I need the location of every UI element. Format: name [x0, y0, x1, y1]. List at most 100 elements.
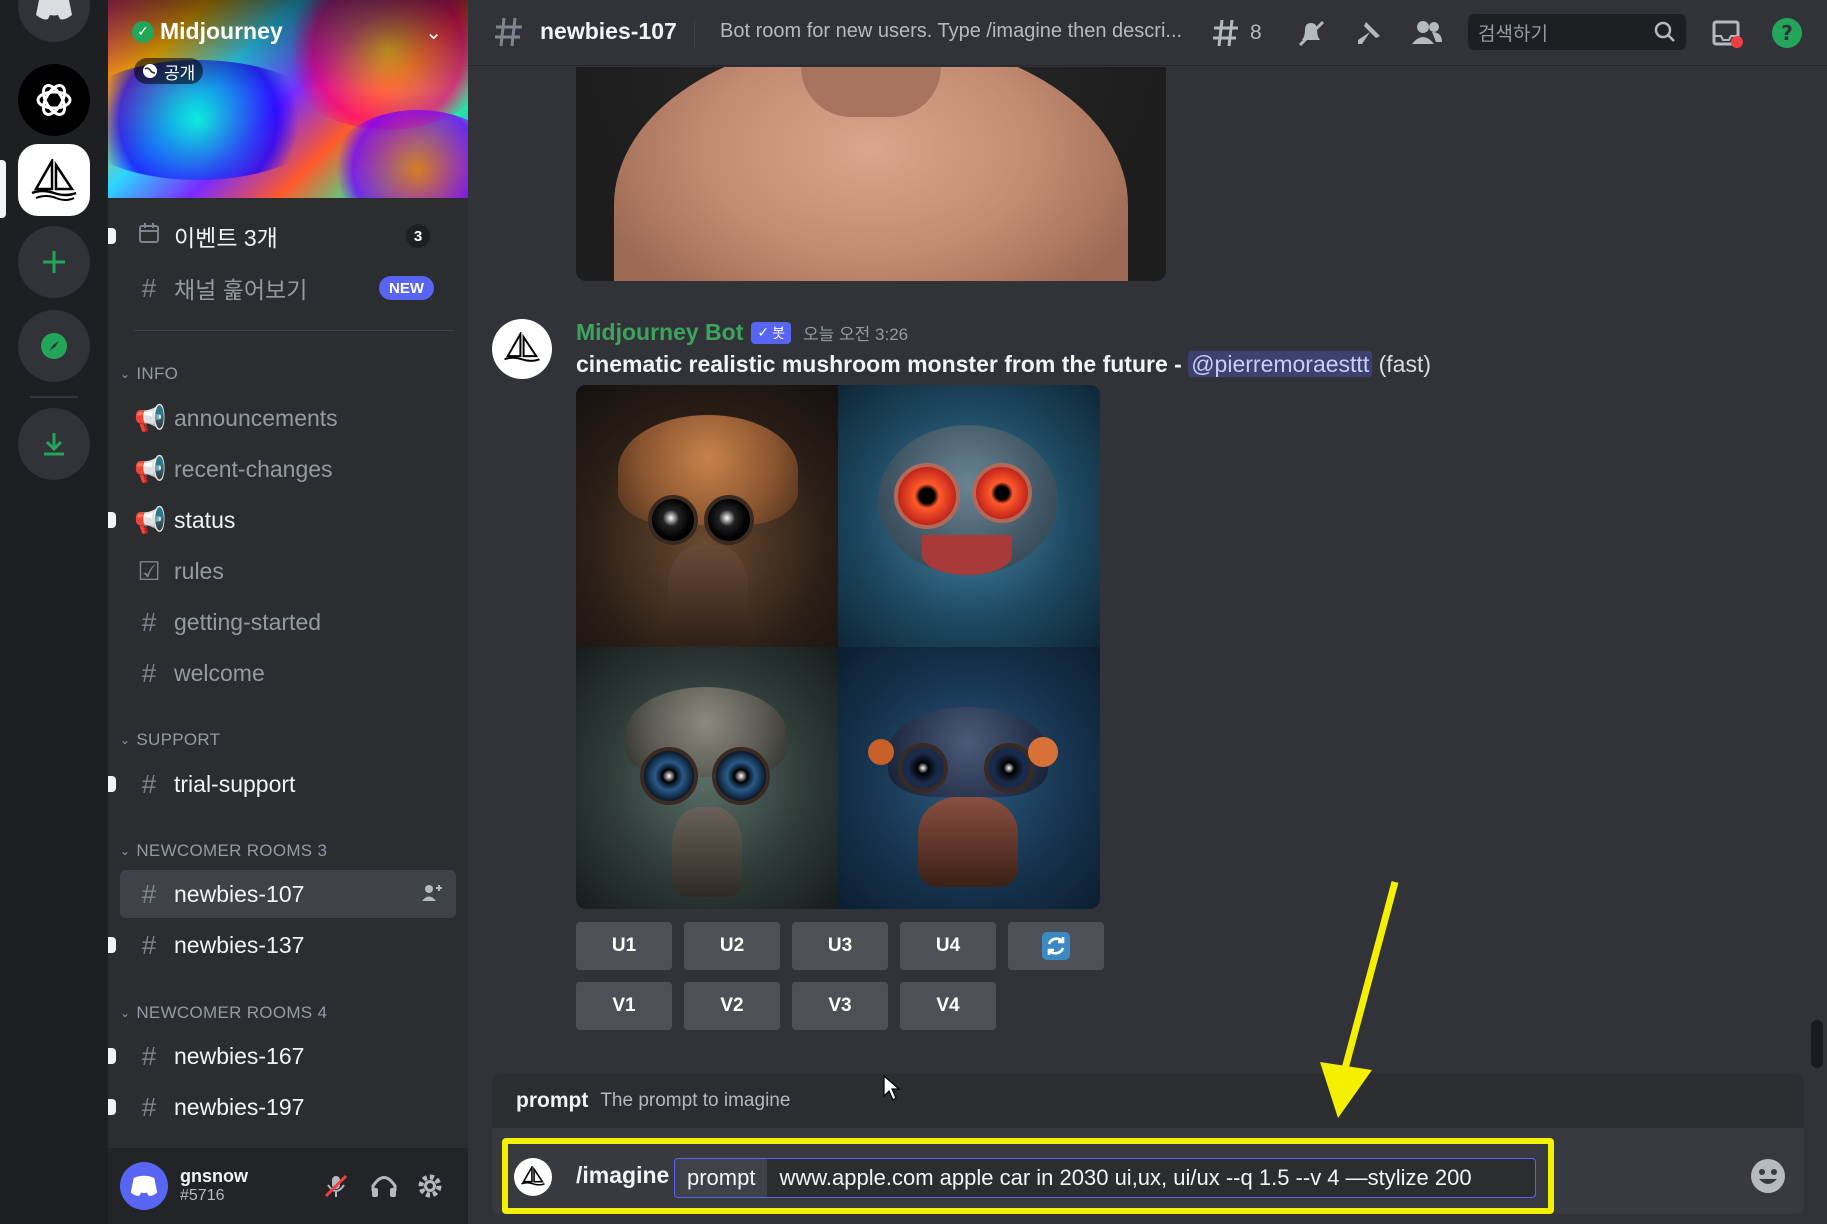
threads-button[interactable]: 8 [1212, 14, 1282, 52]
threaded-hash-icon: # [141, 878, 157, 909]
server-banner[interactable]: ✓ Midjourney ⌄ 공개 [108, 0, 468, 198]
upscale-3-button[interactable]: U3 [792, 922, 888, 970]
compass-icon [41, 333, 67, 359]
user-mention[interactable]: @pierremoraesttt [1188, 351, 1373, 377]
verified-icon: ✓ [132, 20, 154, 43]
generated-image-3 [576, 647, 838, 909]
chevron-down-icon[interactable]: ⌄ [425, 20, 442, 45]
previous-image-attachment[interactable] [576, 67, 1166, 281]
plus-icon [43, 251, 65, 273]
help-icon: ? [1772, 18, 1802, 48]
reroll-button[interactable] [1008, 922, 1104, 970]
channel-newbies-167[interactable]: # newbies-167 [108, 1032, 456, 1080]
channel-header: newbies-107 Bot room for new users. Type… [468, 0, 1827, 66]
hint-option-description: The prompt to imagine [600, 1090, 791, 1111]
pinned-messages-button[interactable] [1350, 14, 1388, 52]
highlight-annotation-box [502, 1138, 1554, 1214]
channel-topic[interactable]: Bot room for new users. Type /imagine th… [720, 20, 1200, 43]
deafen-button[interactable] [368, 1170, 400, 1202]
channel-getting-started[interactable]: # getting-started [120, 598, 456, 646]
channel-newbies-107[interactable]: # newbies-107 [120, 870, 456, 918]
rail-divider [30, 396, 78, 398]
variation-3-button[interactable]: V3 [792, 982, 888, 1030]
channel-newbies-197[interactable]: # newbies-197 [108, 1083, 456, 1131]
add-server-button[interactable] [18, 226, 90, 298]
threads-icon [1213, 19, 1238, 47]
mute-microphone-button[interactable] [320, 1170, 352, 1202]
microphone-muted-icon [324, 1174, 348, 1198]
active-server-indicator [0, 160, 6, 218]
unread-indicator [108, 228, 116, 244]
sidebar-item-browse-channels[interactable]: # 채널 훑어보기 NEW [120, 264, 456, 312]
category-newcomer-rooms-4[interactable]: ⌄ NEWCOMER ROOMS 4 [120, 1003, 327, 1023]
user-settings-button[interactable] [414, 1170, 446, 1202]
server-rail [0, 0, 108, 1224]
globe-icon [143, 64, 157, 78]
reroll-icon [1042, 932, 1070, 960]
chevron-down-icon: ⌄ [120, 844, 131, 858]
browse-channels-icon: # [141, 272, 157, 303]
category-info[interactable]: ⌄ INFO [120, 364, 178, 384]
sidebar-item-label: 채널 훑어보기 [174, 277, 308, 303]
download-apps-button[interactable] [18, 408, 90, 480]
channel-status[interactable]: 📢 status [108, 496, 456, 544]
variation-1-button[interactable]: V1 [576, 982, 672, 1030]
channel-rules[interactable]: ☑ rules [120, 547, 456, 595]
category-newcomer-rooms-3[interactable]: ⌄ NEWCOMER ROOMS 3 [120, 841, 327, 861]
bell-muted-icon [1298, 20, 1325, 47]
hash-icon: # [141, 657, 157, 688]
unread-indicator [108, 512, 116, 528]
server-name-header[interactable]: ✓ Midjourney [132, 18, 283, 45]
generated-image-1 [576, 385, 838, 647]
sidebar-item-label: 이벤트 3개 [174, 225, 278, 251]
channel-recent-changes[interactable]: 📢 recent-changes [120, 445, 456, 493]
channel-welcome[interactable]: # welcome [120, 649, 456, 697]
explore-servers-button[interactable] [18, 310, 90, 382]
public-tag: 공개 [134, 58, 204, 84]
avatar[interactable] [120, 1162, 168, 1210]
message-list-scrollbar[interactable] [1811, 1020, 1823, 1068]
sidebar-divider [134, 330, 454, 331]
search-input[interactable]: 검색하기 [1468, 14, 1686, 50]
sidebar-item-events[interactable]: 이벤트 3개 3 [108, 212, 456, 260]
user-info[interactable]: gnsnow #5716 [180, 1166, 248, 1205]
threaded-hash-icon [494, 16, 524, 53]
notification-settings-button[interactable] [1292, 14, 1330, 52]
rules-checkbox-icon: ☑ [137, 555, 161, 586]
megaphone-icon: 📢 [134, 402, 167, 433]
message-prompt-text: cinematic realistic mushroom monster fro… [576, 351, 1168, 377]
variation-2-button[interactable]: V2 [684, 982, 780, 1030]
inbox-button[interactable] [1708, 14, 1746, 52]
upscale-1-button[interactable]: U1 [576, 922, 672, 970]
upscale-2-button[interactable]: U2 [684, 922, 780, 970]
threaded-hash-icon: # [141, 929, 157, 960]
chevron-down-icon: ⌄ [120, 733, 131, 747]
message-author[interactable]: Midjourney Bot [576, 319, 743, 346]
message-timestamp: 오늘 오전 3:26 [803, 325, 909, 344]
variation-4-button[interactable]: V4 [900, 982, 996, 1030]
megaphone-icon: 📢 [134, 504, 167, 535]
discord-home-button[interactable] [18, 0, 90, 42]
hash-icon: # [141, 768, 157, 799]
message-content: cinematic realistic mushroom monster fro… [576, 351, 1431, 378]
channel-newbies-137[interactable]: # newbies-137 [108, 921, 456, 969]
gear-icon [418, 1174, 442, 1198]
server-midjourney[interactable] [18, 144, 90, 216]
generated-image-grid[interactable] [576, 385, 1100, 909]
user-panel: gnsnow #5716 [108, 1148, 468, 1224]
category-support[interactable]: ⌄ SUPPORT [120, 730, 220, 750]
invite-user-icon[interactable] [420, 881, 444, 911]
channel-trial-support[interactable]: # trial-support [108, 760, 456, 808]
megaphone-icon: 📢 [134, 453, 167, 484]
server-openai[interactable] [18, 64, 90, 136]
help-button[interactable]: ? [1768, 14, 1806, 52]
message-composer: prompt The prompt to imagine /imagine pr… [492, 1074, 1804, 1214]
avatar[interactable] [492, 319, 552, 379]
member-list-button[interactable] [1408, 14, 1446, 52]
emoji-button[interactable] [1748, 1156, 1788, 1196]
server-name: Midjourney [160, 18, 283, 44]
channel-announcements[interactable]: 📢 announcements [120, 394, 456, 442]
pin-icon [1358, 22, 1380, 44]
upscale-4-button[interactable]: U4 [900, 922, 996, 970]
message-input[interactable]: /imagine prompt www.apple.com apple car … [492, 1128, 1804, 1214]
